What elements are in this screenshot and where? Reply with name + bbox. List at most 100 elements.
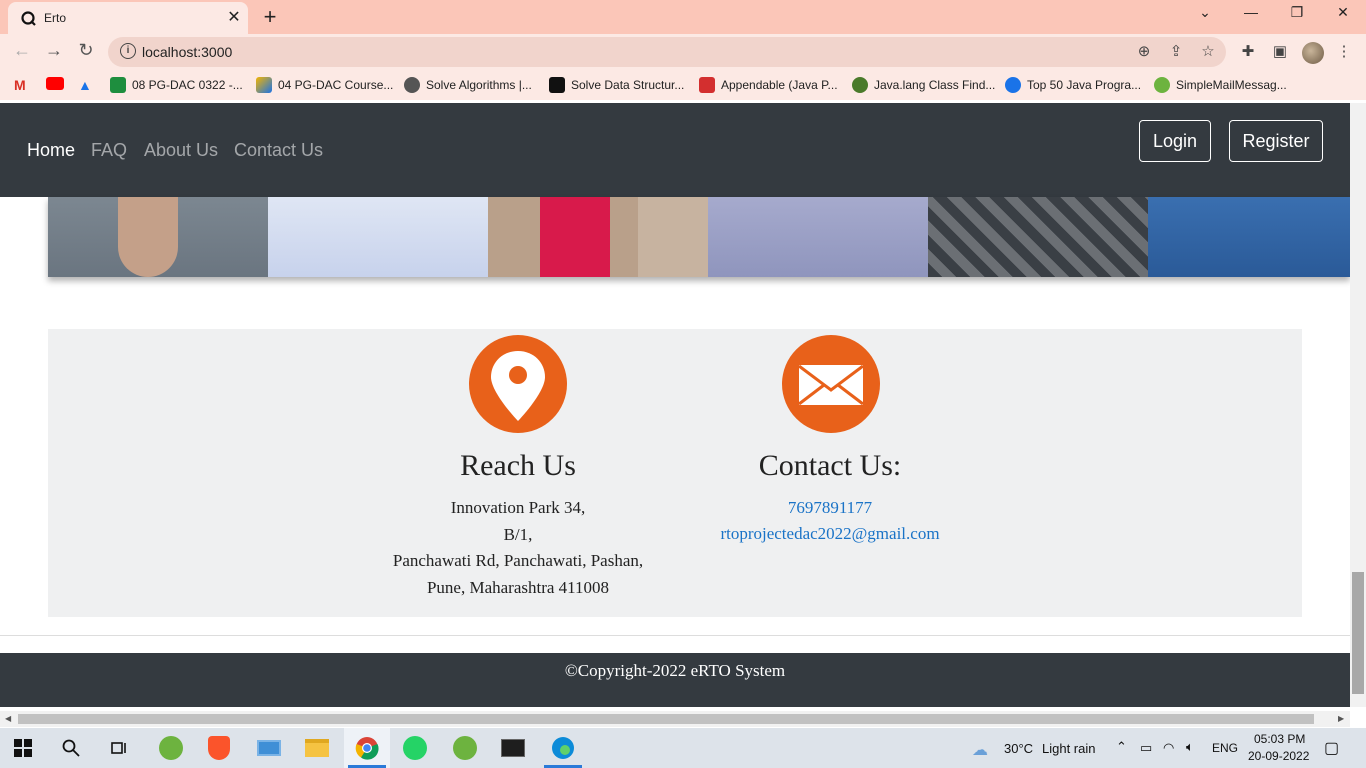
java-icon — [852, 77, 868, 93]
horizontal-scroll-thumb[interactable] — [18, 714, 1314, 724]
menu-icon[interactable]: ⋮ — [1334, 42, 1354, 60]
web-page: Home FAQ About Us Contact Us Login Regis… — [0, 103, 1350, 707]
reach-us-heading: Reach Us — [460, 449, 576, 482]
this-pc-icon[interactable] — [246, 728, 292, 768]
extensions-icon[interactable]: ✚ — [1238, 42, 1258, 60]
side-panel-icon[interactable]: ▣ — [1270, 42, 1290, 60]
language-indicator[interactable]: ENG — [1212, 741, 1238, 755]
tab-favicon-icon — [21, 11, 36, 26]
reload-icon[interactable]: ↻ — [74, 40, 98, 61]
browser-toolbar: ← → ↻ i localhost:3000 ⊕ ⇪ ☆ ✚ ▣ ⋮ — [0, 34, 1366, 70]
contact-info-section: Reach Us Contact Us: Innovation Park 34,… — [48, 329, 1302, 617]
team-photo — [1148, 197, 1350, 277]
address-line: Innovation Park 34, — [450, 498, 586, 517]
start-button[interactable] — [0, 728, 46, 768]
phone-link[interactable]: 7697891177 — [680, 498, 980, 518]
address-line: B/1, — [503, 524, 533, 544]
address-url[interactable]: localhost:3000 — [142, 44, 232, 60]
terminal-icon[interactable] — [490, 728, 536, 768]
window-close-icon[interactable]: ✕ — [1328, 4, 1358, 21]
drive-icon — [256, 77, 272, 93]
spring-icon — [1154, 77, 1170, 93]
bookmark-5[interactable]: Java.lang Class Find... — [852, 77, 995, 93]
tab-title: Erto — [44, 11, 67, 25]
team-photo — [488, 197, 708, 277]
bookmark-1[interactable]: 04 PG-DAC Course... — [256, 77, 393, 93]
edge-icon[interactable] — [540, 728, 586, 768]
envelope-glyph — [798, 364, 864, 406]
clock-time[interactable]: 05:03 PM — [1254, 732, 1305, 746]
speaker-icon[interactable]: 🔈︎ — [1186, 739, 1194, 755]
back-icon[interactable]: ← — [10, 40, 34, 61]
search-icon[interactable] — [48, 728, 94, 768]
site-footer: ©Copyright-2022 eRTO System — [0, 653, 1350, 707]
sheets-icon — [110, 77, 126, 93]
chrome-icon[interactable] — [344, 728, 390, 768]
site-navbar: Home FAQ About Us Contact Us Login Regis… — [0, 103, 1350, 197]
site-info-icon[interactable]: i — [120, 43, 136, 59]
chevron-up-icon[interactable]: ⌃ — [1116, 739, 1127, 755]
register-button[interactable]: Register — [1229, 120, 1323, 162]
browser-tab[interactable]: Erto ✕ — [8, 2, 248, 34]
bookmark-0[interactable]: 08 PG-DAC 0322 -... — [110, 77, 243, 93]
location-pin-icon — [469, 335, 567, 433]
youtube-icon[interactable] — [46, 77, 64, 90]
team-photo — [928, 197, 1148, 277]
scroll-right-icon[interactable]: ▶ — [1338, 714, 1344, 723]
bookmark-3[interactable]: Solve Data Structur... — [549, 77, 684, 93]
bookmark-star-icon[interactable]: ☆ — [1198, 42, 1218, 60]
zoom-icon[interactable]: ⊕ — [1134, 42, 1154, 60]
bookmark-2[interactable]: Solve Algorithms |... — [404, 77, 532, 93]
notifications-icon[interactable]: ▢ — [1324, 738, 1339, 758]
brave-icon[interactable] — [196, 728, 242, 768]
close-tab-icon[interactable]: ✕ — [224, 7, 244, 27]
share-icon[interactable]: ⇪ — [1166, 42, 1186, 60]
bookmark-6[interactable]: Top 50 Java Progra... — [1005, 77, 1141, 93]
spring-tool-icon[interactable] — [442, 728, 488, 768]
contact-us-heading: Contact Us: — [758, 449, 902, 482]
wifi-icon[interactable]: ◠ — [1163, 740, 1174, 756]
clock-date[interactable]: 20-09-2022 — [1248, 749, 1309, 763]
team-photos-strip — [48, 197, 1350, 277]
windows-icon — [14, 739, 32, 757]
nav-faq[interactable]: FAQ — [91, 140, 127, 161]
drive-icon[interactable]: ▲ — [78, 77, 92, 93]
new-tab-icon[interactable]: + — [258, 4, 282, 30]
weather-rain-icon[interactable]: ☁ — [972, 740, 988, 760]
whatsapp-icon[interactable] — [392, 728, 438, 768]
minimize-icon[interactable]: — — [1236, 4, 1266, 20]
vertical-scroll-thumb[interactable] — [1352, 572, 1364, 694]
location-pin-glyph — [491, 351, 545, 421]
scroll-left-icon[interactable]: ◀ — [5, 714, 11, 723]
weather-description[interactable]: Light rain — [1042, 741, 1095, 756]
hackerrank-icon — [549, 77, 565, 93]
os-taskbar: ☁ 30°C Light rain ⌃ ▭ ◠ 🔈︎ ENG 05:03 PM … — [0, 728, 1366, 768]
nav-home[interactable]: Home — [27, 140, 75, 161]
spring-tool-icon[interactable] — [148, 728, 194, 768]
file-explorer-icon[interactable] — [294, 728, 340, 768]
address-block: Innovation Park 34, B/1, Panchawati Rd, … — [368, 495, 668, 601]
oracle-icon — [699, 77, 715, 93]
copyright-text: ©Copyright-2022 eRTO System — [564, 661, 786, 680]
weather-temperature[interactable]: 30°C — [1004, 741, 1033, 756]
login-button[interactable]: Login — [1139, 120, 1211, 162]
address-line: Panchawati Rd, Panchawati, Pashan, — [392, 551, 644, 570]
battery-icon[interactable]: ▭ — [1140, 740, 1152, 756]
nav-about-us[interactable]: About Us — [144, 140, 218, 161]
restore-icon[interactable]: ❐ — [1282, 4, 1312, 21]
divider — [0, 635, 1350, 636]
gmail-icon[interactable]: M — [14, 77, 26, 93]
forward-icon[interactable]: → — [42, 40, 66, 61]
bookmark-7[interactable]: SimpleMailMessag... — [1154, 77, 1287, 93]
globe-icon — [404, 77, 420, 93]
bookmarks-bar: M ▲ 08 PG-DAC 0322 -... 04 PG-DAC Course… — [0, 70, 1366, 100]
address-bar[interactable]: i localhost:3000 ⊕ ⇪ ☆ — [108, 37, 1226, 67]
email-link[interactable]: rtoprojectedac2022@gmail.com — [680, 524, 980, 544]
team-photo — [268, 197, 488, 277]
bookmark-4[interactable]: Appendable (Java P... — [699, 77, 838, 93]
profile-avatar[interactable] — [1302, 42, 1324, 64]
task-view-icon[interactable] — [96, 728, 142, 768]
tab-search-chevron-icon[interactable]: ⌄ — [1190, 4, 1220, 21]
nav-contact-us[interactable]: Contact Us — [234, 140, 323, 161]
team-photo — [708, 197, 928, 277]
